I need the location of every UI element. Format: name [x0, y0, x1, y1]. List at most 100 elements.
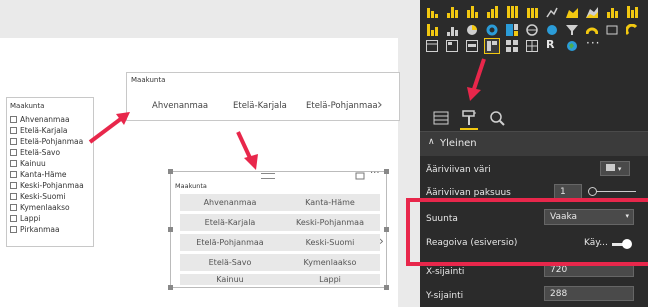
more-visuals-icon[interactable]: ···	[586, 36, 600, 50]
slicer-tile[interactable]: Ahvenanmaa	[180, 194, 280, 211]
checkbox[interactable]	[10, 160, 17, 167]
grid-slicer-title: Maakunta	[175, 182, 207, 190]
line-icon[interactable]	[546, 6, 558, 18]
highlight-box	[406, 198, 648, 266]
waterfall-icon[interactable]	[426, 24, 438, 36]
annotation-arrow-icon	[467, 58, 486, 101]
drag-handle-icon[interactable]	[261, 173, 275, 179]
list-item[interactable]: Kanta-Häme	[10, 170, 67, 179]
card-icon[interactable]	[606, 24, 618, 36]
border-weight-slider-thumb[interactable]	[588, 187, 597, 196]
resize-handle[interactable]	[384, 227, 389, 232]
slicer-tile[interactable]: Lappi	[280, 274, 380, 285]
slicer-item[interactable]: Etelä-Pohjanmaa	[306, 101, 378, 111]
stacked-bar-icon[interactable]	[426, 6, 438, 18]
resize-handle[interactable]	[384, 285, 389, 290]
pie-icon[interactable]	[466, 24, 478, 36]
checkbox[interactable]	[10, 226, 17, 233]
list-item[interactable]: Etelä-Karjala	[10, 126, 68, 135]
line-column-icon[interactable]	[606, 6, 618, 18]
pane-tabs	[420, 104, 648, 132]
checkbox[interactable]	[10, 182, 17, 189]
100-column-icon[interactable]	[526, 6, 538, 18]
border-color-picker[interactable]: ▾	[600, 161, 630, 176]
globe-icon[interactable]	[566, 40, 578, 52]
y-position-label: Y-sijainti	[426, 291, 464, 301]
list-slicer-title: Maakunta	[10, 102, 45, 110]
filled-map-icon[interactable]	[546, 24, 558, 36]
list-item[interactable]: Ahvenanmaa	[10, 115, 70, 124]
area-icon[interactable]	[566, 6, 578, 18]
slicer-icon[interactable]	[484, 38, 500, 54]
checkbox[interactable]	[10, 193, 17, 200]
slicer-tile[interactable]: Kymenlaakso	[280, 254, 380, 271]
map-icon[interactable]	[526, 24, 538, 36]
slicer-tile[interactable]: Kanta-Häme	[280, 194, 380, 211]
checkbox[interactable]	[10, 215, 17, 222]
table-icon[interactable]	[426, 40, 438, 52]
fields-tab[interactable]	[432, 109, 450, 127]
general-section-header[interactable]: ∧ Yleinen	[420, 132, 648, 156]
multirow-card-icon[interactable]	[466, 40, 478, 52]
checkbox[interactable]	[10, 204, 17, 211]
border-weight-input[interactable]: 1	[554, 184, 582, 199]
slicer-tile[interactable]: Keski-Pohjanmaa	[280, 214, 380, 231]
format-tab[interactable]	[460, 109, 478, 130]
list-item[interactable]: Etelä-Pohjanmaa	[10, 137, 83, 146]
slicer-tile[interactable]: Etelä-Savo	[180, 254, 280, 271]
kpi-icon[interactable]	[626, 24, 638, 36]
resize-handle[interactable]	[168, 227, 173, 232]
slicer-tile[interactable]: Keski-Suomi	[280, 234, 380, 251]
clustered-column-icon[interactable]	[486, 6, 498, 18]
slicer-item[interactable]: Etelä-Karjala	[233, 101, 287, 111]
clustered-bar-icon[interactable]	[466, 6, 478, 18]
slicer-tile[interactable]: Kainuu	[180, 274, 280, 285]
list-slicer[interactable]: Maakunta Ahvenanmaa Etelä-Karjala Etelä-…	[6, 97, 94, 247]
slicer-item[interactable]: Ahvenanmaa	[152, 101, 208, 111]
donut-icon[interactable]	[486, 24, 498, 36]
slicer-tile[interactable]: Etelä-Karjala	[180, 214, 280, 231]
matrix-grid-icon[interactable]	[526, 40, 538, 52]
paint-roller-icon	[462, 110, 476, 125]
matrix-icon[interactable]	[446, 40, 458, 52]
visualization-gallery: R ···	[422, 0, 648, 56]
list-item[interactable]: Pirkanmaa	[10, 225, 60, 234]
list-item[interactable]: Kymenlaakso	[10, 203, 70, 212]
resize-handle[interactable]	[168, 285, 173, 290]
list-item[interactable]: Etelä-Savo	[10, 148, 60, 157]
stacked-column-icon[interactable]	[446, 6, 458, 18]
scatter-icon[interactable]	[446, 24, 458, 36]
horizontal-slicer[interactable]: Maakunta Ahvenanmaa Etelä-Karjala Etelä-…	[126, 72, 400, 121]
border-color-label: Ääriviivan väri	[426, 165, 491, 175]
more-options-icon[interactable]: ···	[370, 168, 380, 179]
grid-icon[interactable]	[506, 40, 518, 52]
list-item[interactable]: Keski-Suomi	[10, 192, 66, 201]
focus-mode-icon[interactable]	[355, 171, 366, 181]
checkbox[interactable]	[10, 149, 17, 156]
checkbox[interactable]	[10, 171, 17, 178]
analytics-tab[interactable]	[488, 109, 506, 127]
border-weight-label: Ääriviivan paksuus	[426, 188, 511, 198]
grid-slicer[interactable]: ··· Maakunta Ahvenanmaa Kanta-Häme Etelä…	[168, 168, 389, 290]
next-chevron-icon[interactable]: ›	[377, 97, 383, 113]
list-item[interactable]: Keski-Pohjanmaa	[10, 181, 84, 190]
r-script-icon[interactable]: R	[546, 38, 554, 51]
checkbox[interactable]	[10, 116, 17, 123]
resize-handle[interactable]	[168, 169, 173, 174]
gauge-icon[interactable]	[586, 24, 598, 36]
ribbon-icon[interactable]	[626, 6, 638, 18]
list-item[interactable]: Lappi	[10, 214, 40, 223]
checkbox[interactable]	[10, 138, 17, 145]
checkbox[interactable]	[10, 127, 17, 134]
slicer-tile[interactable]: Etelä-Pohjanmaa	[180, 234, 280, 251]
funnel-icon[interactable]	[566, 24, 578, 36]
100-bar-icon[interactable]	[506, 6, 518, 18]
annotation-arrow-icon	[88, 112, 130, 144]
stacked-area-icon[interactable]	[586, 6, 598, 18]
y-position-input[interactable]: 288	[544, 286, 634, 301]
resize-handle[interactable]	[384, 169, 389, 174]
x-position-label: X-sijainti	[426, 267, 465, 277]
list-item[interactable]: Kainuu	[10, 159, 46, 168]
next-chevron-icon[interactable]: ›	[379, 234, 384, 248]
treemap-icon[interactable]	[506, 24, 518, 36]
